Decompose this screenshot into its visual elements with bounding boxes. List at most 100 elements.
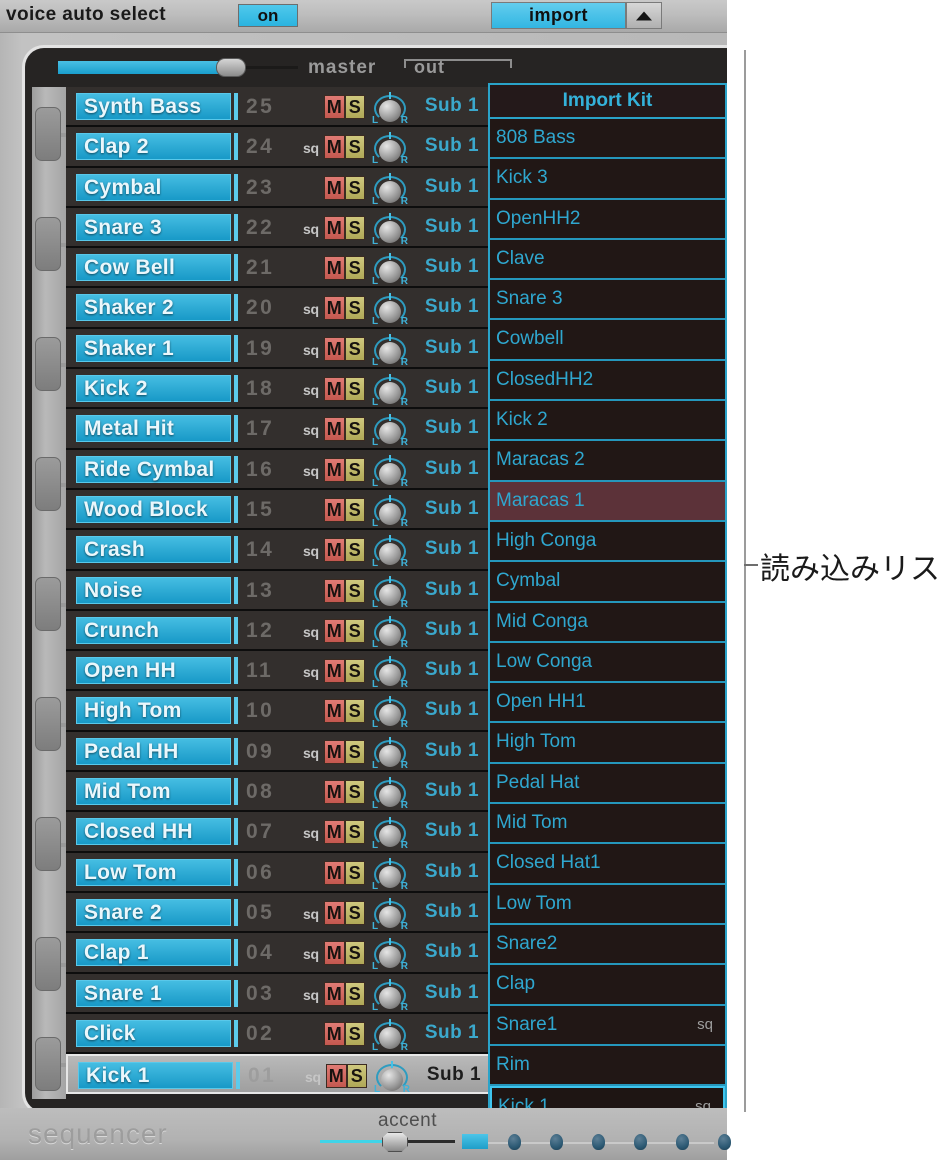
output-bus-label[interactable]: Sub 1: [418, 1022, 486, 1044]
output-bus-label[interactable]: Sub 1: [418, 538, 486, 560]
mute-button[interactable]: M: [326, 1064, 347, 1089]
mute-button[interactable]: M: [324, 860, 345, 885]
import-kit-item[interactable]: OpenHH2: [490, 199, 725, 240]
pan-knob[interactable]: LR: [374, 1061, 410, 1095]
step-led[interactable]: [508, 1134, 521, 1150]
solo-button[interactable]: S: [344, 256, 365, 281]
scroll-rail-handle[interactable]: [35, 577, 61, 631]
channel-strip-row[interactable]: Snare 1 03 sq M S L R Sub 1: [66, 973, 491, 1014]
channel-strip-row[interactable]: Kick 2 18 sq M S L R Sub 1: [66, 369, 491, 410]
channel-strip-row[interactable]: Cymbal 23 M S L R Sub 1: [66, 167, 491, 208]
solo-button[interactable]: S: [344, 457, 365, 482]
channel-strip-row[interactable]: Low Tom 06 M S L R Sub 1: [66, 852, 491, 893]
step-led[interactable]: [676, 1134, 689, 1150]
channel-name-field[interactable]: Open HH: [76, 657, 231, 685]
mute-button[interactable]: M: [324, 497, 345, 522]
mute-button[interactable]: M: [324, 618, 345, 643]
scroll-rail-handle[interactable]: [35, 697, 61, 751]
pan-knob[interactable]: LR: [372, 172, 408, 207]
channel-strip-row[interactable]: Closed HH 07 sq M S L R Sub 1: [66, 812, 491, 853]
mute-button[interactable]: M: [324, 457, 345, 482]
channel-strip-row[interactable]: Pedal HH 09 sq M S L R Sub 1: [66, 731, 491, 773]
import-kit-item[interactable]: Rim: [490, 1045, 725, 1087]
import-kit-item[interactable]: Open HH1: [490, 683, 725, 724]
channel-name-field[interactable]: High Tom: [76, 697, 231, 725]
channel-scroll-rail[interactable]: [32, 87, 70, 1099]
channel-name-field[interactable]: Snare 3: [76, 213, 231, 241]
pan-knob[interactable]: LR: [372, 333, 408, 368]
output-bus-label[interactable]: Sub 1: [418, 135, 486, 157]
output-bus-label[interactable]: Sub 1: [418, 619, 486, 641]
pan-knob[interactable]: LR: [372, 253, 408, 287]
import-kit-item[interactable]: Low Tom: [490, 884, 725, 925]
accent-slider-handle[interactable]: [382, 1132, 408, 1152]
solo-button[interactable]: S: [344, 296, 365, 321]
output-bus-label[interactable]: Sub 1: [418, 417, 486, 439]
channel-strip-row[interactable]: High Tom 10 M S L R Sub 1: [66, 691, 491, 732]
output-bus-label[interactable]: Sub 1: [418, 659, 486, 681]
channel-name-field[interactable]: Kick 1: [78, 1062, 233, 1090]
output-bus-label[interactable]: Sub 1: [420, 1064, 488, 1086]
output-bus-label[interactable]: Sub 1: [418, 579, 486, 601]
pan-knob[interactable]: LR: [372, 414, 408, 448]
import-kit-item[interactable]: ClosedHH2: [490, 360, 725, 402]
channel-name-field[interactable]: Synth Bass: [76, 93, 231, 120]
output-bus-label[interactable]: Sub 1: [418, 941, 486, 963]
solo-button[interactable]: S: [344, 941, 365, 966]
channel-name-field[interactable]: Crunch: [76, 616, 231, 644]
mute-button[interactable]: M: [324, 981, 345, 1006]
channel-name-field[interactable]: Wood Block: [76, 495, 231, 523]
channel-strip-row[interactable]: Noise 13 M S L R Sub 1: [66, 570, 491, 611]
output-bus-label[interactable]: Sub 1: [418, 982, 486, 1004]
channel-name-field[interactable]: Shaker 2: [76, 294, 231, 322]
channel-name-field[interactable]: Shaker 1: [76, 334, 231, 362]
solo-button[interactable]: S: [344, 417, 365, 442]
channel-strip-row[interactable]: Shaker 2 20 sq M S L R Sub 1: [66, 288, 491, 329]
step-led[interactable]: [634, 1134, 647, 1150]
import-kit-item[interactable]: Kick 3: [490, 159, 725, 200]
scroll-rail-handle[interactable]: [35, 217, 61, 271]
pan-knob[interactable]: LR: [372, 897, 408, 932]
pan-knob[interactable]: LR: [372, 212, 408, 247]
channel-strip-row[interactable]: Wood Block 15 M S L R Sub 1: [66, 489, 491, 531]
import-kit-item[interactable]: Pedal Hat: [490, 763, 725, 805]
step-led[interactable]: [718, 1134, 731, 1150]
import-kit-item[interactable]: Cymbal: [490, 562, 725, 603]
channel-name-field[interactable]: Pedal HH: [76, 737, 231, 765]
solo-button[interactable]: S: [344, 497, 365, 522]
channel-strip-row[interactable]: Open HH 11 sq M S L R Sub 1: [66, 651, 491, 692]
solo-button[interactable]: S: [344, 780, 365, 805]
mute-button[interactable]: M: [324, 739, 345, 764]
import-button[interactable]: import: [491, 2, 626, 29]
channel-name-field[interactable]: Click: [76, 1019, 231, 1047]
mute-button[interactable]: M: [324, 296, 345, 321]
channel-strip-row[interactable]: Ride Cymbal 16 sq M S L R Sub 1: [66, 449, 491, 490]
mute-button[interactable]: M: [324, 377, 345, 402]
mute-button[interactable]: M: [324, 175, 345, 200]
solo-button[interactable]: S: [344, 900, 365, 925]
output-bus-label[interactable]: Sub 1: [418, 901, 486, 923]
import-kit-item[interactable]: Maracas 1: [490, 481, 725, 522]
channel-name-field[interactable]: Cymbal: [76, 173, 231, 201]
channel-strip-row[interactable]: Crunch 12 sq M S L R Sub 1: [66, 610, 491, 652]
solo-button[interactable]: S: [344, 699, 365, 724]
solo-button[interactable]: S: [344, 175, 365, 200]
pan-knob[interactable]: LR: [372, 696, 408, 730]
channel-strip-row[interactable]: Cow Bell 21 M S L R Sub 1: [66, 248, 491, 289]
import-kit-item[interactable]: Clave: [490, 239, 725, 281]
scroll-rail-handle[interactable]: [35, 107, 61, 161]
channel-name-field[interactable]: Cow Bell: [76, 254, 231, 282]
solo-button[interactable]: S: [344, 578, 365, 603]
pan-knob[interactable]: LR: [372, 736, 408, 771]
output-bus-label[interactable]: Sub 1: [418, 780, 486, 802]
output-bus-label[interactable]: Sub 1: [418, 820, 486, 842]
pan-knob[interactable]: LR: [372, 656, 408, 690]
channel-name-field[interactable]: Kick 2: [76, 375, 231, 403]
channel-name-field[interactable]: Clap 1: [76, 939, 231, 967]
mute-button[interactable]: M: [324, 941, 345, 966]
channel-strip-row[interactable]: Synth Bass 25 M S L R Sub 1: [66, 87, 491, 128]
import-kit-item[interactable]: Mid Tom: [490, 804, 725, 845]
channel-strip-row[interactable]: Clap 1 04 sq M S L R Sub 1: [66, 933, 491, 974]
pan-knob[interactable]: LR: [372, 978, 408, 1013]
solo-button[interactable]: S: [344, 135, 365, 160]
